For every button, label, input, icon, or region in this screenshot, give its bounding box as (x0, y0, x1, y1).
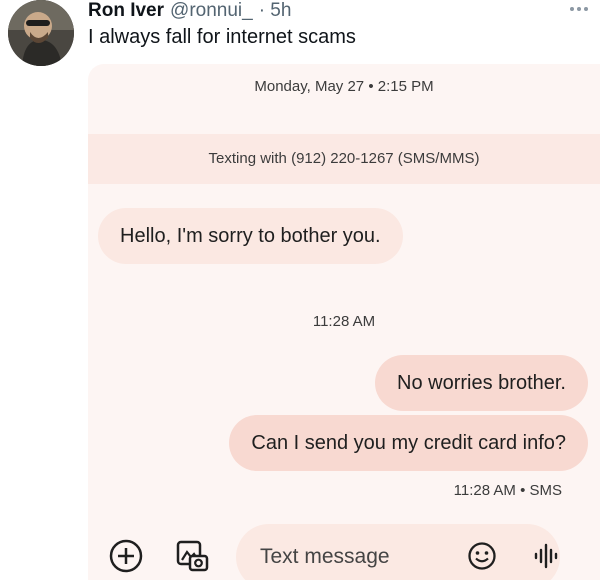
emoji-icon[interactable] (464, 538, 500, 574)
avatar[interactable] (8, 0, 74, 66)
message-text: Hello, I'm sorry to bother you. (120, 224, 381, 247)
message-timestamp: 11:28 AM (312, 313, 376, 330)
add-icon[interactable] (106, 536, 146, 576)
sent-status: 11:28 AM • SMS (453, 482, 562, 499)
user-handle[interactable]: @ronnui_ (170, 0, 253, 22)
display-name[interactable]: Ron Iver (88, 0, 164, 22)
message-text: Can I send you my credit card info? (251, 431, 566, 454)
message-bubble-outgoing[interactable]: Can I send you my credit card info? (229, 415, 588, 471)
message-text: No worries brother. (397, 371, 566, 394)
gallery-icon[interactable] (172, 536, 212, 576)
message-input-placeholder: Text message (260, 545, 390, 568)
message-bubble-incoming[interactable]: Hello, I'm sorry to bother you. (98, 208, 403, 264)
message-bubble-outgoing[interactable]: No worries brother. (375, 355, 588, 411)
tweet-header: Ron Iver @ronnui_ · 5h (88, 0, 291, 24)
more-options-icon[interactable] (566, 2, 592, 16)
date-header: Monday, May 27 • 2:15 PM (254, 78, 434, 95)
tweet-time[interactable]: · 5h (259, 0, 292, 22)
voice-icon[interactable] (528, 538, 564, 574)
attached-screenshot[interactable]: Monday, May 27 • 2:15 PM Texting with (9… (88, 64, 600, 580)
avatar-photo (8, 0, 74, 66)
texting-with-label: Texting with (912) 220-1267 (SMS/MMS) (208, 150, 480, 167)
tweet-text: I always fall for internet scams (88, 26, 356, 48)
